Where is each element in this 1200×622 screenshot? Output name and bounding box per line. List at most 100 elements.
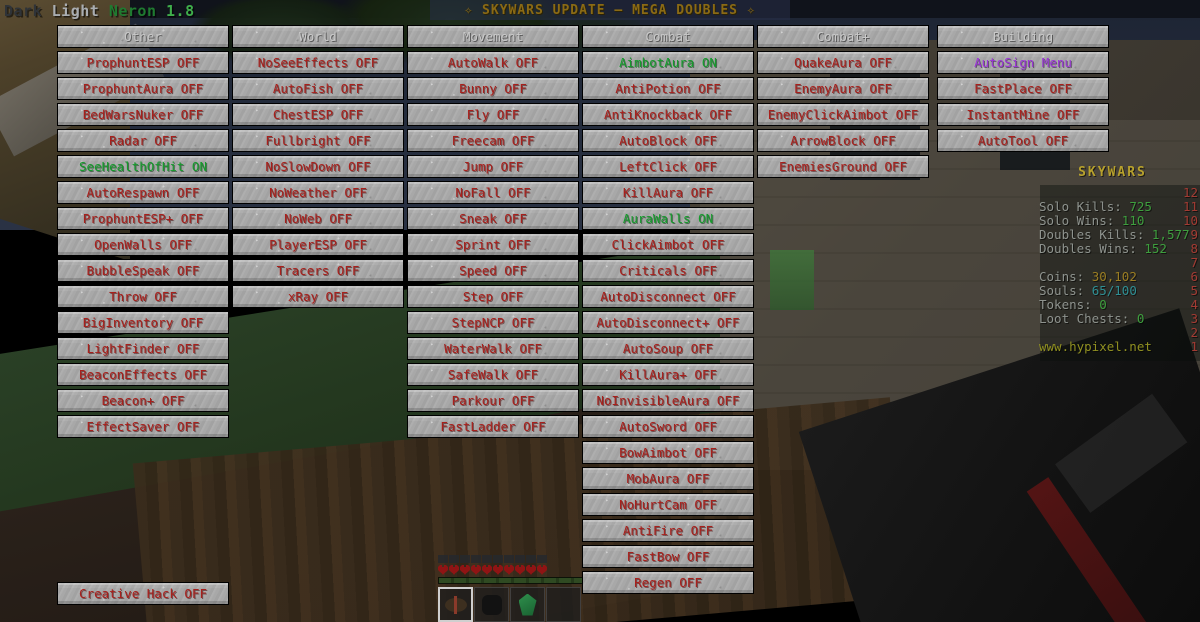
- module-toggle-nofall[interactable]: NoFall OFF: [407, 181, 579, 204]
- module-toggle-autosword[interactable]: AutoSword OFF: [582, 415, 754, 438]
- module-toggle-fastbow[interactable]: FastBow OFF: [582, 545, 754, 568]
- module-toggle-aimbotaura[interactable]: AimbotAura ON: [582, 51, 754, 74]
- module-toggle-quakeaura[interactable]: QuakeAura OFF: [757, 51, 929, 74]
- module-toggle-speed[interactable]: Speed OFF: [407, 259, 579, 282]
- module-label: AutoRespawn OFF: [86, 185, 200, 200]
- hotbar-slot[interactable]: [474, 587, 509, 622]
- module-toggle-xray[interactable]: xRay OFF: [232, 285, 404, 308]
- module-toggle-enemiesground[interactable]: EnemiesGround OFF: [757, 155, 929, 178]
- module-toggle-autowalk[interactable]: AutoWalk OFF: [407, 51, 579, 74]
- scoreboard: SKYWARS 12 Solo Kills: 725 11 Solo Wins: 11…: [1035, 165, 1200, 361]
- module-toggle-throw[interactable]: Throw OFF: [57, 285, 229, 308]
- heart-icon: [482, 565, 492, 575]
- category-header-combat[interactable]: Combat: [582, 25, 754, 48]
- module-toggle-beaconeffects[interactable]: BeaconEffects OFF: [57, 363, 229, 386]
- module-toggle-aurawalls[interactable]: AuraWalls ON: [582, 207, 754, 230]
- category-header-movement[interactable]: Movement: [407, 25, 579, 48]
- scoreboard-line: Souls: 65/100 5: [1039, 284, 1200, 298]
- module-label: ProphuntESP OFF: [86, 55, 200, 70]
- module-toggle-nohurtcam[interactable]: NoHurtCam OFF: [582, 493, 754, 516]
- category-header-label: Other: [124, 29, 162, 44]
- module-toggle-instantmine[interactable]: InstantMine OFF: [937, 103, 1109, 126]
- module-toggle-lightfinder[interactable]: LightFinder OFF: [57, 337, 229, 360]
- module-toggle-biginventory[interactable]: BigInventory OFF: [57, 311, 229, 334]
- module-toggle-antiknockback[interactable]: AntiKnockback OFF: [582, 103, 754, 126]
- category-header-combat-plus[interactable]: Combat+: [757, 25, 929, 48]
- module-toggle-autodisconnect-plus[interactable]: AutoDisconnect+ OFF: [582, 311, 754, 334]
- module-toggle-autosign[interactable]: AutoSign Menu: [937, 51, 1109, 74]
- heart-icon: [449, 565, 459, 575]
- module-toggle-fastplace[interactable]: FastPlace OFF: [937, 77, 1109, 100]
- module-toggle-stepncp[interactable]: StepNCP OFF: [407, 311, 579, 334]
- module-toggle-arrowblock[interactable]: ArrowBlock OFF: [757, 129, 929, 152]
- module-label: WaterWalk OFF: [444, 341, 542, 356]
- category-header-world[interactable]: World: [232, 25, 404, 48]
- module-toggle-bunny[interactable]: Bunny OFF: [407, 77, 579, 100]
- module-toggle-regen[interactable]: Regen OFF: [582, 571, 754, 594]
- module-toggle-autofish[interactable]: AutoFish OFF: [232, 77, 404, 100]
- scoreboard-line-number: 11: [1182, 199, 1198, 214]
- category-header-other[interactable]: Other: [57, 25, 229, 48]
- module-toggle-freecam[interactable]: Freecam OFF: [407, 129, 579, 152]
- module-toggle-enemyaura[interactable]: EnemyAura OFF: [757, 77, 929, 100]
- module-toggle-prophuntesp-plus[interactable]: ProphuntESP+ OFF: [57, 207, 229, 230]
- category-header-building[interactable]: Building: [937, 25, 1109, 48]
- module-toggle-fastladder[interactable]: FastLadder OFF: [407, 415, 579, 438]
- module-toggle-seehealthofhit[interactable]: SeeHealthOfHit ON: [57, 155, 229, 178]
- module-toggle-fullbright[interactable]: Fullbright OFF: [232, 129, 404, 152]
- module-toggle-playeresp[interactable]: PlayerESP OFF: [232, 233, 404, 256]
- module-toggle-chestesp[interactable]: ChestESP OFF: [232, 103, 404, 126]
- module-toggle-beacon-plus[interactable]: Beacon+ OFF: [57, 389, 229, 412]
- watermark-light: Light: [51, 2, 100, 20]
- module-toggle-autosoup[interactable]: AutoSoup OFF: [582, 337, 754, 360]
- module-toggle-criticals[interactable]: Criticals OFF: [582, 259, 754, 282]
- module-toggle-noweb[interactable]: NoWeb OFF: [232, 207, 404, 230]
- module-toggle-creative-hack[interactable]: Creative Hack OFF: [57, 582, 229, 605]
- scoreboard-line: www.hypixel.net 1: [1039, 340, 1200, 354]
- module-toggle-noseeeffects[interactable]: NoSeeEffects OFF: [232, 51, 404, 74]
- hotbar[interactable]: [438, 587, 588, 622]
- hotbar-slot[interactable]: [546, 587, 581, 622]
- module-toggle-sneak[interactable]: Sneak OFF: [407, 207, 579, 230]
- hotbar-slot[interactable]: [510, 587, 545, 622]
- module-toggle-noslowdown[interactable]: NoSlowDown OFF: [232, 155, 404, 178]
- module-toggle-mobaura[interactable]: MobAura OFF: [582, 467, 754, 490]
- module-toggle-antifire[interactable]: AntiFire OFF: [582, 519, 754, 542]
- module-label: ArrowBlock OFF: [790, 133, 896, 148]
- module-toggle-autorespawn[interactable]: AutoRespawn OFF: [57, 181, 229, 204]
- module-toggle-bowaimbot[interactable]: BowAimbot OFF: [582, 441, 754, 464]
- watermark-dark: Dark: [4, 2, 43, 20]
- gui-category-building: Building AutoSign Menu FastPlace OFF Instan…: [937, 25, 1109, 155]
- module-toggle-prophuntesp[interactable]: ProphuntESP OFF: [57, 51, 229, 74]
- module-toggle-autodisconnect[interactable]: AutoDisconnect OFF: [582, 285, 754, 308]
- module-toggle-autotool[interactable]: AutoTool OFF: [937, 129, 1109, 152]
- hotbar-slot[interactable]: [438, 587, 473, 622]
- module-toggle-waterwalk[interactable]: WaterWalk OFF: [407, 337, 579, 360]
- module-toggle-effectsaver[interactable]: EffectSaver OFF: [57, 415, 229, 438]
- module-toggle-bubblespeak[interactable]: BubbleSpeak OFF: [57, 259, 229, 282]
- module-toggle-step[interactable]: Step OFF: [407, 285, 579, 308]
- module-toggle-safewalk[interactable]: SafeWalk OFF: [407, 363, 579, 386]
- module-label: ChestESP OFF: [272, 107, 364, 122]
- module-toggle-sprint[interactable]: Sprint OFF: [407, 233, 579, 256]
- heart-icon: [515, 565, 525, 575]
- module-toggle-enemyclickaimbot[interactable]: EnemyClickAimbot OFF: [757, 103, 929, 126]
- module-toggle-openwalls[interactable]: OpenWalls OFF: [57, 233, 229, 256]
- module-toggle-antipotion[interactable]: AntiPotion OFF: [582, 77, 754, 100]
- module-toggle-bedwarsnuker[interactable]: BedWarsNuker OFF: [57, 103, 229, 126]
- module-toggle-radar[interactable]: Radar OFF: [57, 129, 229, 152]
- module-toggle-prophuntaura[interactable]: ProphuntAura OFF: [57, 77, 229, 100]
- module-label: EnemyClickAimbot OFF: [767, 107, 919, 122]
- scoreboard-line: Solo Kills: 725 11: [1039, 200, 1200, 214]
- module-toggle-killaura-plus[interactable]: KillAura+ OFF: [582, 363, 754, 386]
- module-toggle-killaura[interactable]: KillAura OFF: [582, 181, 754, 204]
- module-toggle-noinvisibleaura[interactable]: NoInvisibleAura OFF: [582, 389, 754, 412]
- module-toggle-jump[interactable]: Jump OFF: [407, 155, 579, 178]
- module-toggle-fly[interactable]: Fly OFF: [407, 103, 579, 126]
- module-toggle-parkour[interactable]: Parkour OFF: [407, 389, 579, 412]
- module-toggle-noweather[interactable]: NoWeather OFF: [232, 181, 404, 204]
- module-toggle-autoblock[interactable]: AutoBlock OFF: [582, 129, 754, 152]
- module-toggle-leftclick[interactable]: LeftClick OFF: [582, 155, 754, 178]
- module-toggle-clickaimbot[interactable]: ClickAimbot OFF: [582, 233, 754, 256]
- module-toggle-tracers[interactable]: Tracers OFF: [232, 259, 404, 282]
